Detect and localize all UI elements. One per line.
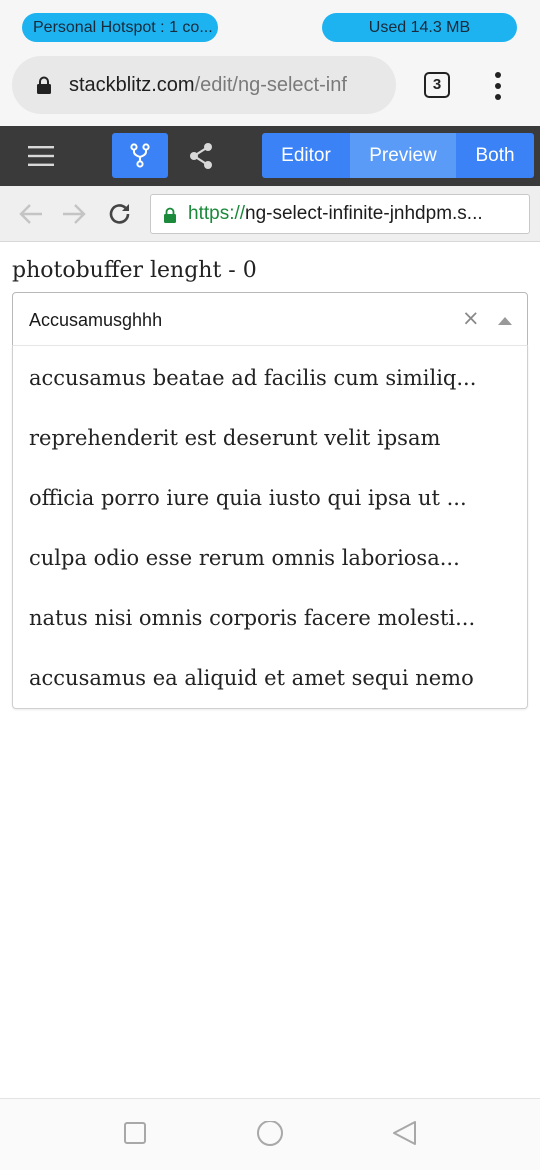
ng-select-container[interactable]: Accusamusghhh × [12, 292, 528, 346]
lock-icon [37, 76, 51, 94]
address-bar-url: stackblitz.com/edit/ng-select-inf [69, 56, 389, 114]
browser-toolbar: stackblitz.com/edit/ng-select-inf 3 [0, 56, 540, 126]
reload-icon[interactable] [107, 202, 133, 226]
android-navigation-bar [0, 1098, 540, 1170]
dropdown-option[interactable]: reprehenderit est deserunt velit ipsam [29, 408, 513, 468]
forward-arrow-icon[interactable] [61, 202, 87, 226]
select-input-value[interactable]: Accusamusghhh [29, 293, 162, 347]
fork-icon [130, 143, 150, 168]
share-icon[interactable] [188, 142, 214, 170]
recents-square-icon[interactable] [123, 1121, 147, 1145]
data-usage-pill: Used 14.3 MB [322, 13, 517, 42]
url-host: stackblitz.com [69, 74, 195, 96]
view-mode-switcher: Editor Preview Both [262, 133, 534, 178]
dropdown-option[interactable]: accusamus ea aliquid et amet sequi nemo [29, 648, 513, 708]
tab-preview[interactable]: Preview [350, 133, 456, 178]
back-arrow-icon[interactable] [18, 202, 44, 226]
more-menu-icon[interactable] [484, 70, 512, 102]
dropdown-option[interactable]: natus nisi omnis corporis facere molesti… [29, 588, 513, 648]
select-dropdown-panel: accusamus beatae ad facilis cum similiq.… [12, 345, 528, 709]
dropdown-option[interactable]: officia porro iure quia iusto qui ipsa u… [29, 468, 513, 528]
preview-nav-bar: https://ng-select-infinite-jnhdpm.s... [0, 186, 540, 242]
preview-url-rest: ng-select-infinite-jnhdpm.s... [245, 203, 483, 224]
tab-editor[interactable]: Editor [262, 133, 350, 178]
hotspot-status-pill: Personal Hotspot : 1 co... [22, 13, 218, 42]
home-circle-icon[interactable] [256, 1121, 284, 1149]
dropdown-option[interactable]: culpa odio esse rerum omnis laboriosa... [29, 528, 513, 588]
back-triangle-icon[interactable] [392, 1121, 418, 1147]
preview-url-field[interactable]: https://ng-select-infinite-jnhdpm.s... [150, 194, 530, 234]
chevron-up-icon[interactable] [498, 317, 512, 325]
preview-url-text: https://ng-select-infinite-jnhdpm.s... [188, 195, 523, 233]
clear-icon[interactable]: × [462, 307, 480, 329]
hamburger-menu-icon[interactable] [28, 146, 54, 166]
preview-url-scheme: https:// [188, 203, 246, 224]
address-bar[interactable]: stackblitz.com/edit/ng-select-inf [12, 56, 396, 114]
tab-both[interactable]: Both [456, 133, 534, 178]
url-path: /edit/ng-select-inf [194, 74, 347, 96]
secure-lock-icon [164, 207, 176, 223]
dropdown-option[interactable]: accusamus beatae ad facilis cum similiq.… [29, 348, 513, 408]
status-bar: Personal Hotspot : 1 co... Used 14.3 MB [0, 0, 540, 56]
fork-button[interactable] [112, 133, 168, 178]
tab-switcher-button[interactable]: 3 [424, 72, 450, 98]
stackblitz-toolbar: Editor Preview Both [0, 126, 540, 186]
page-heading: photobuffer lenght - 0 [12, 258, 257, 283]
